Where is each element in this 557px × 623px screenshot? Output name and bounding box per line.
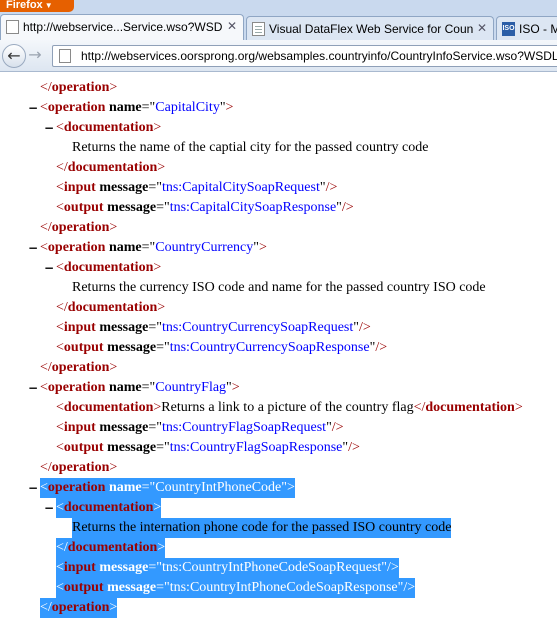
xml-line: − <documentation> — [0, 498, 557, 518]
tab-wsdl[interactable]: http://webservice...Service.wso?WSDL ✕ — [0, 14, 244, 40]
xml-document-view: </operation> − <operation name="CapitalCit… — [0, 72, 557, 623]
xml-line-text: <documentation>Returns a link to a pictu… — [56, 400, 523, 415]
xml-line-text: <operation name="CountryCurrency"> — [40, 240, 267, 255]
collapse-toggle-icon[interactable]: − — [28, 98, 38, 118]
xml-line: <documentation>Returns a link to a pictu… — [0, 398, 557, 418]
forward-button[interactable]: → — [24, 44, 46, 68]
sheet-icon — [252, 22, 265, 36]
xml-line: <output message="tns:CapitalCitySoapResp… — [0, 198, 557, 218]
xml-line: − <operation name="CountryIntPhoneCode"> — [0, 478, 557, 498]
xml-line-text: Returns the currency ISO code and name f… — [72, 280, 486, 295]
xml-line: <input message="tns:CountryFlagSoapReque… — [0, 418, 557, 438]
xml-line-text: <output message="tns:CountryCurrencySoap… — [56, 340, 388, 355]
close-tab-icon[interactable]: ✕ — [475, 21, 489, 35]
xml-line: − <operation name="CountryCurrency"> — [0, 238, 557, 258]
xml-line: Returns the name of the captial city for… — [0, 138, 557, 158]
xml-line-text: </documentation> — [56, 538, 166, 558]
xml-line: − <documentation> — [0, 118, 557, 138]
xml-line: </documentation> — [0, 158, 557, 178]
forward-arrow-icon: → — [28, 45, 42, 64]
xml-line: <output message="tns:CountryFlagSoapResp… — [0, 438, 557, 458]
xml-line: </documentation> — [0, 298, 557, 318]
xml-line: − <operation name="CountryFlag"> — [0, 378, 557, 398]
address-bar[interactable] — [52, 45, 557, 67]
back-button[interactable]: ← — [2, 44, 26, 68]
tab-title: ISO - M — [519, 22, 557, 36]
xml-line-text: Returns the name of the captial city for… — [72, 140, 429, 155]
xml-line: </documentation> — [0, 538, 557, 558]
xml-line-text: </operation> — [40, 80, 118, 95]
url-input[interactable] — [81, 47, 557, 65]
xml-line: </operation> — [0, 78, 557, 98]
xml-line-text: Returns the internation phone code for t… — [72, 518, 452, 538]
xml-line-text: </operation> — [40, 598, 118, 618]
xml-line-text: <input message="tns:CountryIntPhoneCodeS… — [56, 558, 399, 578]
firefox-menu-button[interactable]: Firefox ▼ — [0, 0, 74, 12]
xml-line-text: </operation> — [40, 460, 118, 475]
xml-line: </operation> — [0, 218, 557, 238]
xml-line: Returns the internation phone code for t… — [0, 518, 557, 538]
xml-line-text: <output message="tns:CountryIntPhoneCode… — [56, 578, 416, 598]
iso-icon: ISO — [502, 22, 515, 36]
xml-line-text: <documentation> — [56, 260, 162, 275]
collapse-toggle-icon[interactable]: − — [44, 258, 54, 278]
xml-line-text: <input message="tns:CapitalCitySoapReque… — [56, 180, 338, 195]
collapse-toggle-icon[interactable]: − — [44, 118, 54, 138]
tab-title: http://webservice...Service.wso?WSDL — [23, 20, 223, 34]
tab-title: Visual DataFlex Web Service for Coun... — [269, 22, 473, 36]
xml-line-text: <output message="tns:CountryFlagSoapResp… — [56, 440, 360, 455]
navigation-toolbar: ← → — [0, 40, 557, 72]
back-arrow-icon: ← — [7, 46, 21, 65]
xml-line-text: <input message="tns:CountryCurrencySoapR… — [56, 320, 371, 335]
xml-line: <output message="tns:CountryIntPhoneCode… — [0, 578, 557, 598]
xml-line-text: <documentation> — [56, 498, 162, 518]
xml-line-text: </operation> — [40, 220, 118, 235]
xml-line-text: </documentation> — [56, 300, 166, 315]
collapse-toggle-icon[interactable]: − — [44, 498, 54, 518]
xml-line: </operation> — [0, 598, 557, 618]
tab-visual-dataflex[interactable]: Visual DataFlex Web Service for Coun... … — [246, 16, 494, 40]
xml-line-text: </documentation> — [56, 160, 166, 175]
collapse-toggle-icon[interactable]: − — [28, 238, 38, 258]
xml-line-text: <operation name="CapitalCity"> — [40, 100, 234, 115]
xml-line-text: <documentation> — [56, 120, 162, 135]
page-icon — [59, 49, 71, 63]
xml-line-text: <operation name="CountryFlag"> — [40, 380, 240, 395]
xml-line-text: <output message="tns:CapitalCitySoapResp… — [56, 200, 354, 215]
close-tab-icon[interactable]: ✕ — [225, 19, 239, 33]
tab-iso[interactable]: ISO ISO - M — [496, 16, 557, 40]
xml-line-text: <input message="tns:CountryFlagSoapReque… — [56, 420, 344, 435]
chevron-down-icon: ▼ — [44, 1, 53, 10]
xml-line: </operation> — [0, 458, 557, 478]
xml-line-text: </operation> — [40, 360, 118, 375]
xml-line: <input message="tns:CapitalCitySoapReque… — [0, 178, 557, 198]
collapse-toggle-icon[interactable]: − — [28, 478, 38, 498]
xml-line: Returns the currency ISO code and name f… — [0, 278, 557, 298]
xml-line: <input message="tns:CountryCurrencySoapR… — [0, 318, 557, 338]
xml-line: <input message="tns:CountryIntPhoneCodeS… — [0, 558, 557, 578]
tab-strip: http://webservice...Service.wso?WSDL ✕ V… — [0, 12, 557, 40]
browser-chrome: Firefox ▼ http://webservice...Service.wso… — [0, 0, 557, 72]
xml-line: </operation> — [0, 358, 557, 378]
page-icon — [6, 20, 19, 34]
collapse-toggle-icon[interactable]: − — [28, 378, 38, 398]
firefox-menu-label: Firefox — [6, 0, 43, 11]
xml-line: − <documentation> — [0, 258, 557, 278]
xml-line: <output message="tns:CountryCurrencySoap… — [0, 338, 557, 358]
xml-line: − <operation name="CapitalCity"> — [0, 98, 557, 118]
xml-line-text: <operation name="CountryIntPhoneCode"> — [40, 478, 295, 498]
